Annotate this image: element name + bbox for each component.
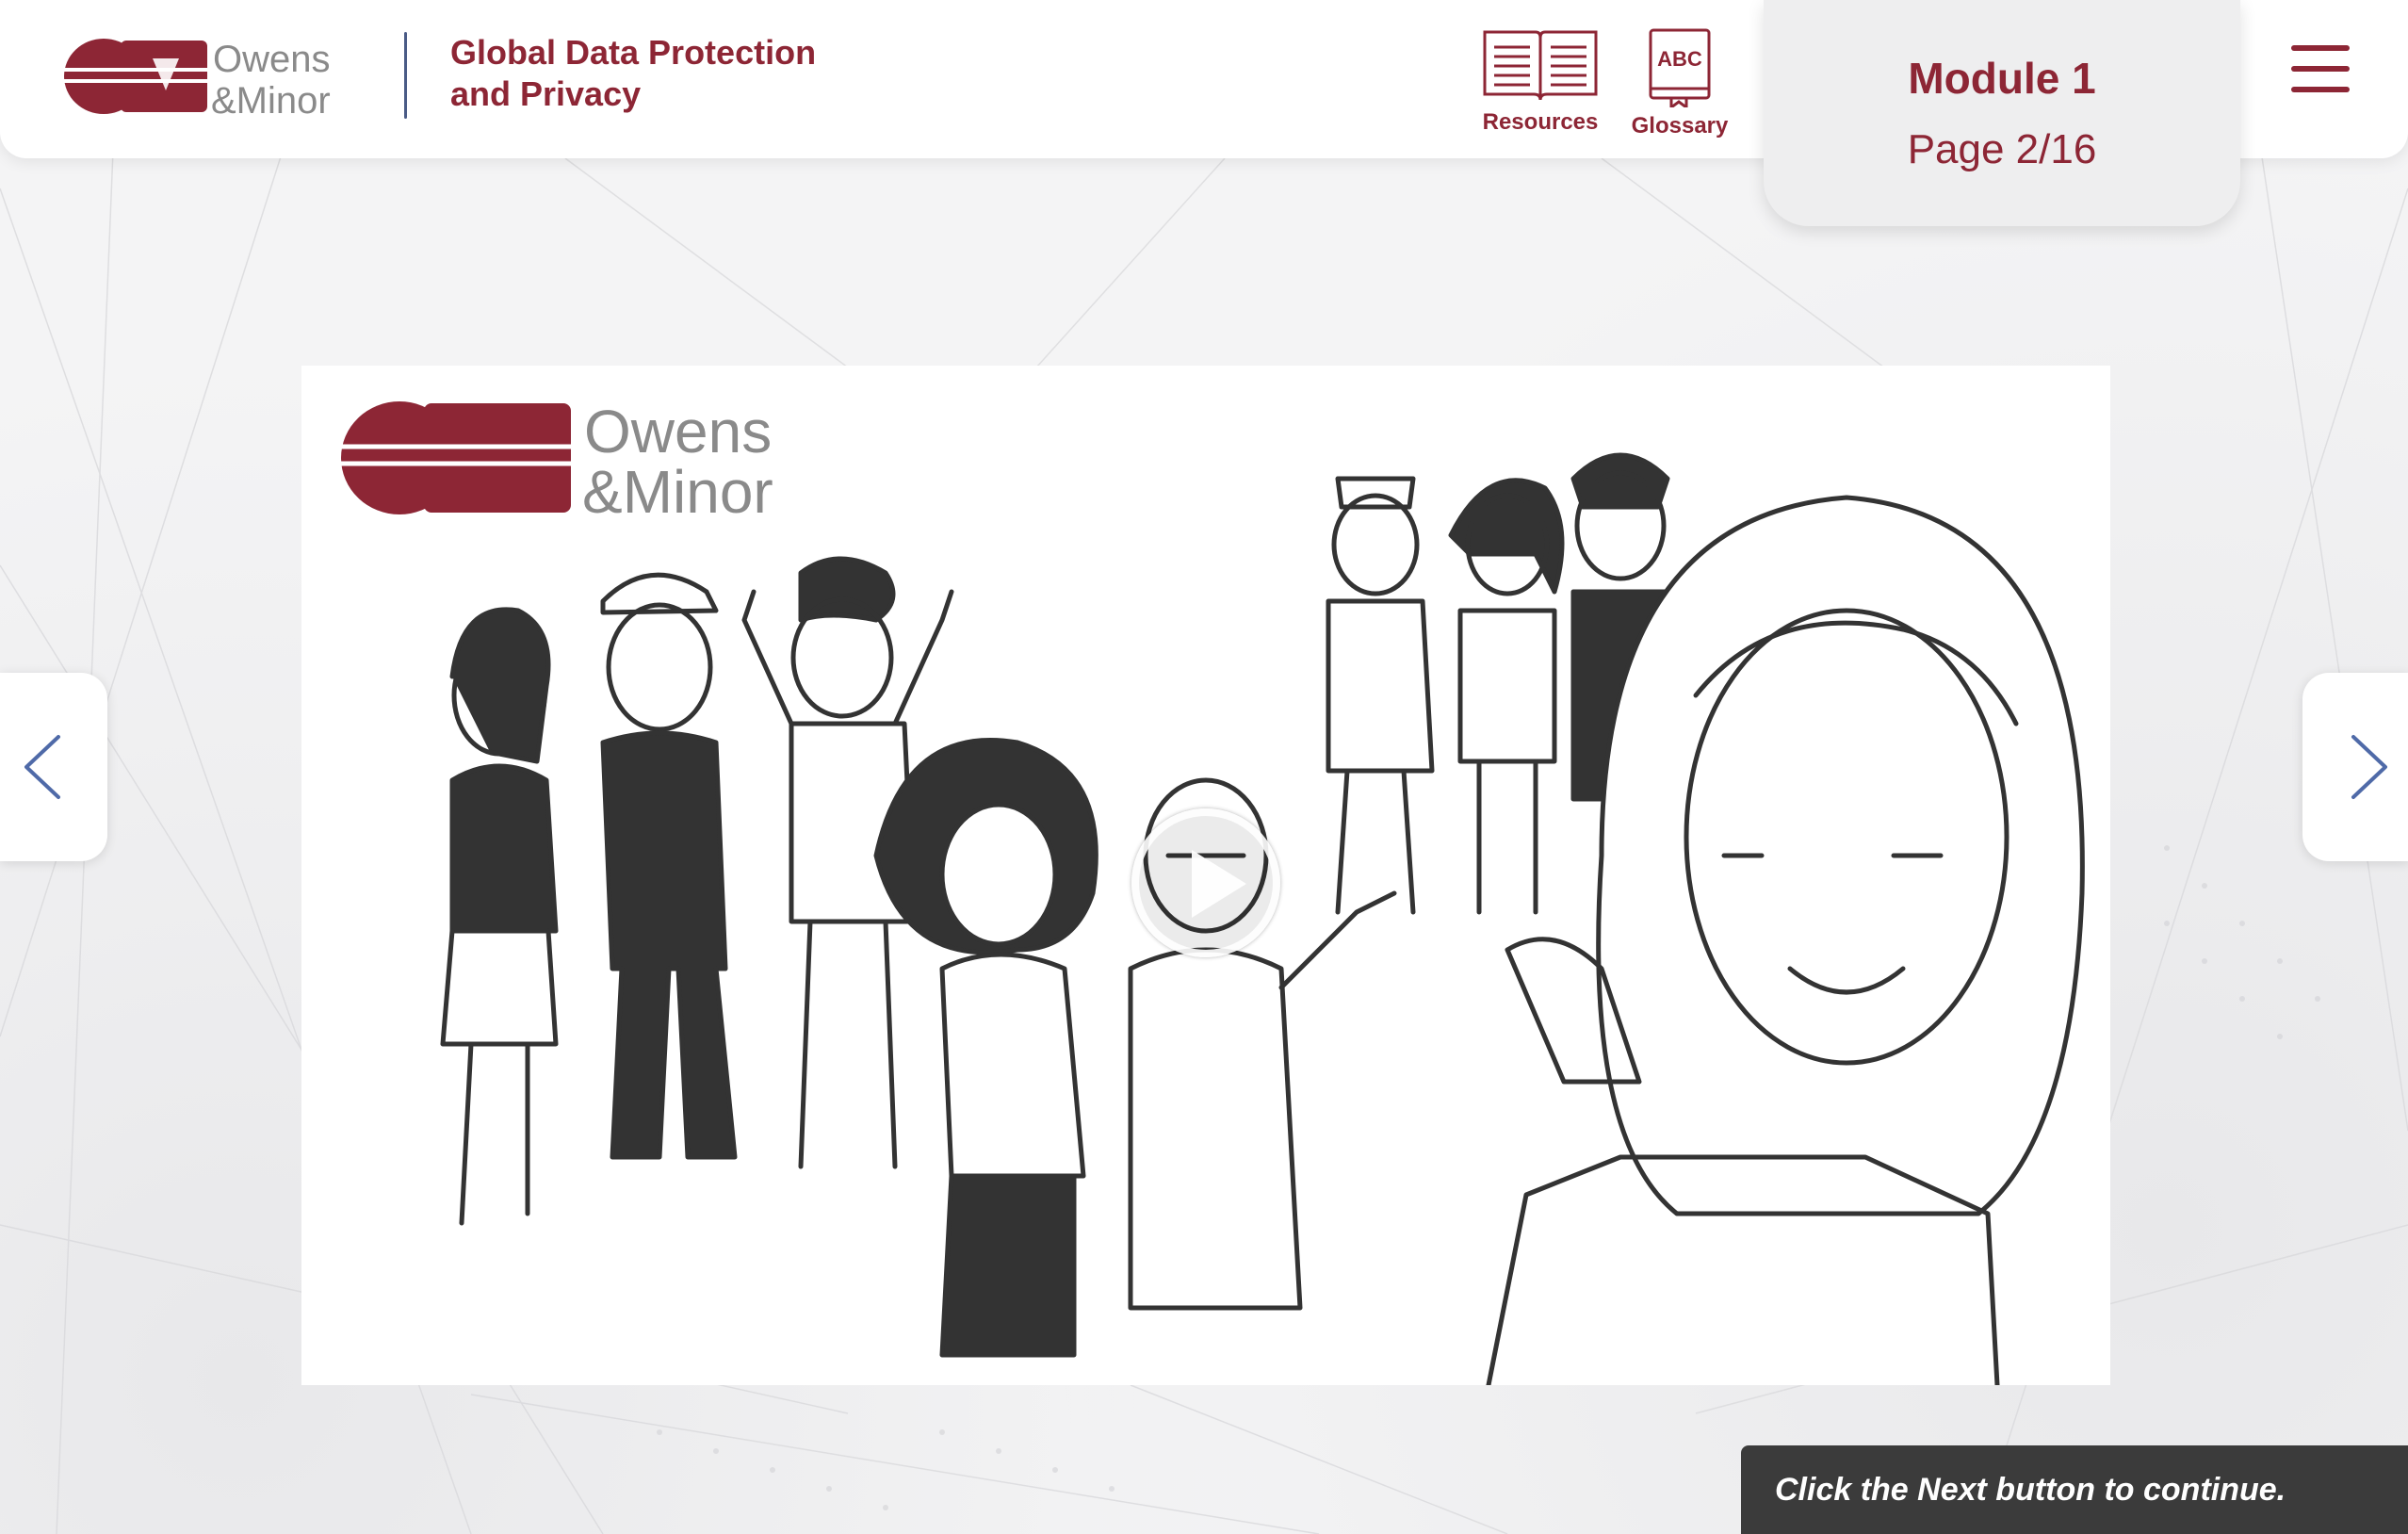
character-nurse	[1326, 476, 1435, 915]
module-title: Module 1	[1908, 54, 2096, 103]
character-woman-braids	[1448, 478, 1565, 915]
glossary-icon: ABC	[1649, 28, 1711, 107]
logo-text-minor: &Minor	[211, 80, 331, 119]
hamburger-icon-bar-3	[2291, 87, 2350, 92]
menu-button[interactable]	[2291, 45, 2350, 100]
instruction-banner: Click the Next button to continue.	[1741, 1445, 2408, 1534]
instruction-text: Click the Next button to continue.	[1775, 1472, 2286, 1508]
character-woman-curly	[873, 738, 1098, 1358]
character-worker	[600, 572, 738, 1160]
resources-button[interactable]: Resources	[1472, 26, 1609, 136]
play-icon	[1192, 850, 1246, 918]
video-player[interactable]: Owens &Minor	[301, 366, 2110, 1385]
logo-text-owens: Owens	[213, 39, 331, 80]
page-counter: Page 2/16	[1907, 126, 2097, 172]
video-logo: Owens &Minor	[339, 398, 773, 526]
previous-button[interactable]	[0, 673, 107, 861]
next-button[interactable]	[2302, 673, 2408, 861]
course-title-line-1: Global Data Protection	[450, 33, 817, 72]
owens-minor-logo: Owens &Minor	[62, 39, 331, 119]
hamburger-icon	[2291, 45, 2350, 51]
resources-label: Resources	[1482, 109, 1599, 135]
video-logo-owens: Owens	[584, 398, 772, 465]
course-title-line-2: and Privacy	[450, 74, 642, 113]
header-divider	[404, 32, 407, 119]
video-logo-minor: &Minor	[582, 458, 773, 526]
module-indicator: Module 1 Page 2/16	[1764, 0, 2240, 226]
book-icon	[1483, 30, 1598, 101]
play-button[interactable]	[1131, 808, 1280, 957]
character-woman-left	[440, 607, 559, 1226]
glossary-icon-text: ABC	[1657, 47, 1702, 71]
glossary-label: Glossary	[1631, 113, 1729, 139]
course-player: Owens &Minor Global Data Protection and …	[0, 0, 2408, 1534]
chevron-left-icon	[24, 735, 60, 799]
hamburger-icon-bar-2	[2291, 66, 2350, 72]
glossary-button[interactable]: ABC Glossary	[1622, 26, 1737, 139]
course-title: Global Data Protection and Privacy	[450, 32, 903, 115]
chevron-right-icon	[2351, 735, 2387, 799]
